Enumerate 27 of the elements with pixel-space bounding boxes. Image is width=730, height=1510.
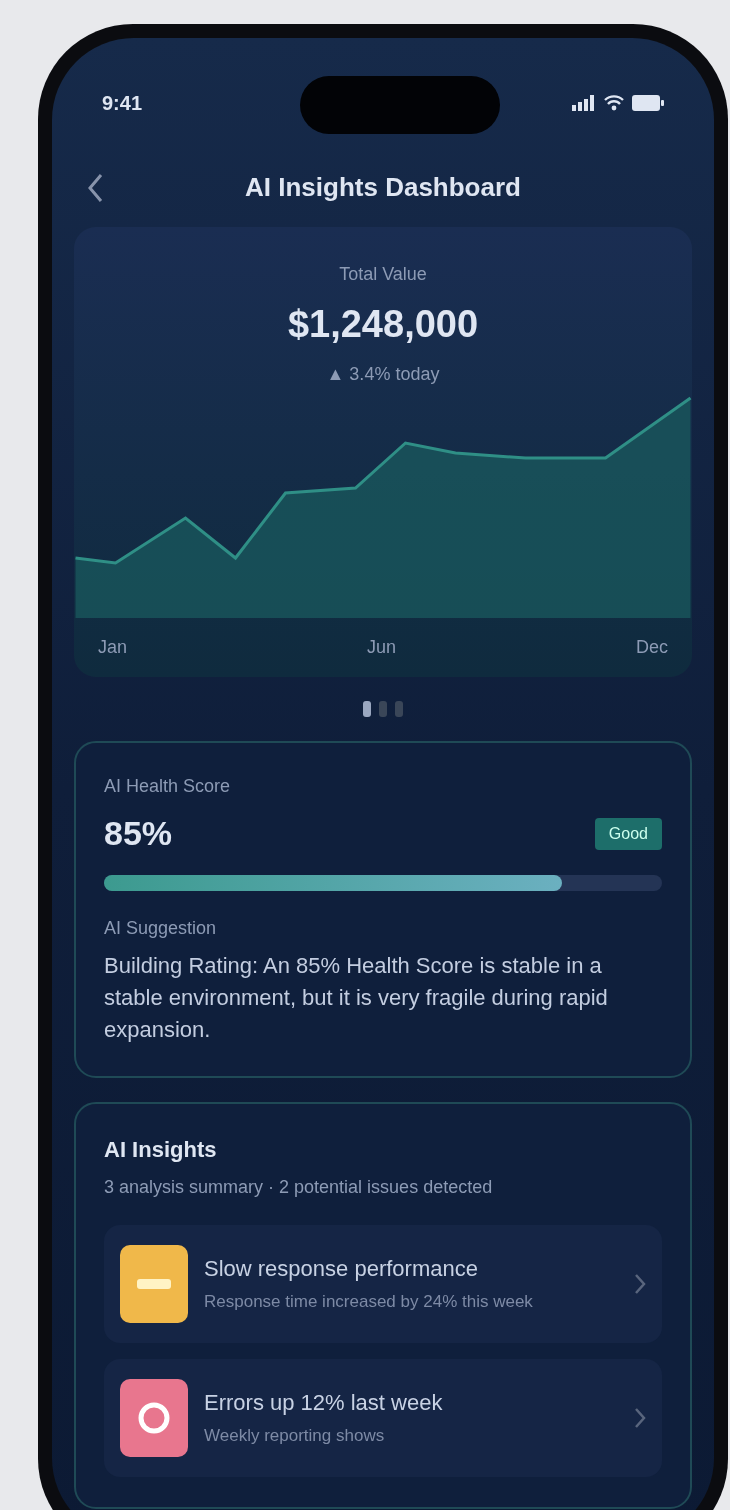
insight-title: Slow response performance <box>204 1255 479 1284</box>
value-change: ▲ 3.4% today <box>326 363 440 386</box>
signal-icon <box>572 95 596 111</box>
insight-detail: Response time increased by 24% this week <box>204 1291 534 1314</box>
suggestion-title: AI Suggestion <box>104 917 218 940</box>
insight-item[interactable]: Errors up 12% last week Weekly reporting shows <box>104 1358 662 1477</box>
axis-label: Jun <box>367 636 396 659</box>
total-amount: $1,248,000 <box>287 302 479 347</box>
insights-title: AI Insights <box>104 1135 218 1164</box>
insight-title: Errors up 12% last week <box>204 1389 444 1418</box>
status-time: 9:41 <box>102 91 143 116</box>
health-score: 85% <box>104 813 173 854</box>
axis-label: Dec <box>635 636 668 659</box>
insight-item[interactable]: Slow response performance Response time increased by 24% this week <box>104 1224 662 1343</box>
screen-title: AI Insights Dashboard <box>244 171 522 204</box>
back-button[interactable] <box>86 171 104 204</box>
status-badge: Good <box>594 817 662 850</box>
axis-label: Jan <box>98 636 128 659</box>
wifi-icon <box>604 95 624 111</box>
battery-icon <box>632 95 664 111</box>
value-label: Total Value <box>339 263 427 286</box>
insight-detail: Weekly reporting shows <box>204 1425 386 1448</box>
chevron-icon <box>634 1406 646 1429</box>
insights-summary: 3 analysis summary · 2 potential issues detected <box>104 1175 494 1199</box>
chevron-icon <box>634 1272 646 1295</box>
health-title: AI Health Score <box>104 775 232 798</box>
suggestion-text: Building Rating: An 85% Health Score is stable in a stable environment, but it is very fragile during rapid expansion. <box>104 952 609 1044</box>
